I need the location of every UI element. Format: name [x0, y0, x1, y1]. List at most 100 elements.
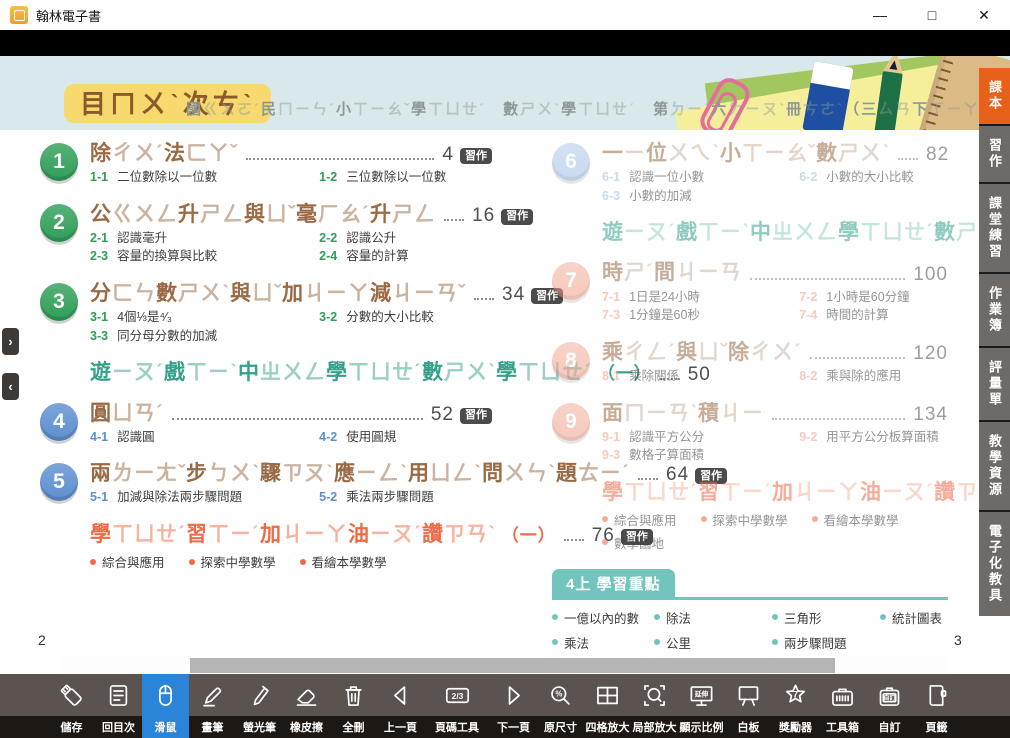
toolbar-button-橡皮擦[interactable]: 橡皮擦: [283, 674, 330, 738]
chapter-title-row[interactable]: 公ㄍㄨㄥ升ㄕㄥ與ㄩˇ毫ㄏㄠˊ升ㄕㄥ16習作: [90, 203, 492, 226]
minimize-button[interactable]: —: [854, 0, 906, 30]
toolbar-button-回目次[interactable]: 回目次: [95, 674, 142, 738]
section-link[interactable]: 8-2乘與除的應用: [799, 369, 948, 385]
section-link[interactable]: 2-4容量的計算: [319, 249, 492, 265]
section-link[interactable]: 2-2認識公升: [319, 231, 492, 247]
chapter-title-row[interactable]: 除ㄔㄨˊ法ㄈㄚˇ4習作: [90, 142, 492, 165]
zhuyin-annotation: ㄐㄧㄚ: [794, 481, 860, 504]
section-link[interactable]: 3-3同分母分數的加減: [90, 329, 319, 345]
chapter-title-row[interactable]: 分ㄈㄣ數ㄕㄨˋ與ㄩˇ加ㄐㄧㄚ減ㄐㄧㄢˇ34習作: [90, 282, 492, 305]
toolbar-button-白板[interactable]: 白板: [725, 674, 772, 738]
section-link[interactable]: 9-2用平方公分板算面積: [799, 430, 948, 446]
chapter-title-row[interactable]: 時ㄕˊ間ㄐㄧㄢ100: [602, 261, 948, 284]
section-link[interactable]: 3-2分數的大小比較: [319, 310, 492, 326]
toolbar-button-螢光筆[interactable]: 螢光筆: [236, 674, 283, 738]
sidebar-tab-習作[interactable]: 習作: [979, 126, 1010, 182]
horizontal-scrollbar-thumb[interactable]: [190, 658, 835, 673]
feature-title-row[interactable]: 遊ㄧㄡˊ戲ㄒㄧˋ中ㄓㄨㄥ學ㄒㄩㄝˊ數ㄕㄨˋ學ㄒㄩㄝˊ （二）98: [602, 221, 948, 244]
chapter-number-chip[interactable]: 2: [40, 204, 78, 242]
toolbar-button-頁碼工具[interactable]: 2/3頁碼工具: [424, 674, 490, 738]
sidebar-tab-課本[interactable]: 課本: [979, 68, 1010, 124]
chapter-title-row[interactable]: 乘ㄔㄥˊ與ㄩˇ除ㄔㄨˊ120: [602, 341, 948, 364]
toolbar-button-滑鼠[interactable]: 滑鼠: [142, 674, 189, 738]
chapter-number-chip[interactable]: 5: [40, 463, 78, 501]
zhuyin-annotation: ㄐㄧㄚ: [282, 523, 348, 546]
section-link[interactable]: 9-3數格子算面積: [602, 448, 799, 464]
section-link[interactable]: 4-1認識圓: [90, 430, 319, 446]
section-link[interactable]: 6-2小數的大小比較: [799, 170, 948, 186]
zhuyin-annotation: ㄐㄧㄢ: [676, 261, 742, 284]
zhuyin-annotation: ㄧ: [624, 142, 646, 165]
toolbar-button-原尺寸[interactable]: %原尺寸: [537, 674, 584, 738]
toolbar-button-label: 四格放大: [586, 716, 630, 738]
chapter-title-row[interactable]: 面ㄇㄧㄢˋ積ㄐㄧ134: [602, 402, 948, 425]
section-link[interactable]: 4-2使用圓規: [319, 430, 492, 446]
section-link[interactable]: 1-2三位數除以一位數: [319, 170, 492, 186]
highlights-item-text: 公里: [666, 633, 691, 652]
workbook-badge[interactable]: 習作: [501, 209, 533, 225]
chapter-number-chip[interactable]: 9: [552, 403, 590, 441]
title-character: 下: [912, 101, 929, 118]
chapter-page-number: 34: [502, 285, 525, 304]
toolbar-button-四格放大[interactable]: 四格放大: [584, 674, 631, 738]
chapter-title-row[interactable]: 一ㄧ位ㄨㄟˋ小ㄒㄧㄠˇ數ㄕㄨˋ82: [602, 142, 948, 165]
section-link[interactable]: 7-4時間的計算: [799, 308, 948, 324]
panel-collapse-arrow[interactable]: ‹: [2, 373, 19, 400]
toolbar-button-儲存[interactable]: 儲存: [48, 674, 95, 738]
workbook-badge[interactable]: 習作: [460, 148, 492, 164]
section-link[interactable]: 5-1加減與除法兩步驟問題: [90, 490, 319, 506]
chapter-number-chip[interactable]: 8: [552, 342, 590, 380]
section-link[interactable]: 2-3容量的換算與比較: [90, 249, 319, 265]
chapter-number-chip[interactable]: 6: [552, 143, 590, 181]
maximize-button[interactable]: □: [906, 0, 958, 30]
chapter-page-number: 82: [926, 145, 949, 164]
zhuyin-annotation: ㄇㄨˋ: [110, 89, 183, 119]
section-title: 容量的計算: [346, 249, 409, 265]
chapter-number-chip[interactable]: 7: [552, 262, 590, 300]
section-link[interactable]: 6-3小數的加減: [602, 189, 799, 205]
workbook-badge[interactable]: 習作: [460, 408, 492, 424]
toolbar-button-顯示比例[interactable]: 延伸顯示比例: [678, 674, 725, 738]
toolbar-button-上一頁[interactable]: 上一頁: [377, 674, 424, 738]
section-link[interactable]: 7-11日是24小時: [602, 290, 799, 306]
sidebar-tab-電子化教具[interactable]: 電子化教具: [979, 512, 1010, 616]
feature-title-row[interactable]: 學ㄒㄩㄝˊ習ㄒㄧˊ加ㄐㄧㄚ油ㄧㄡˊ讚ㄗㄢˋ （二）146: [602, 481, 948, 504]
sidebar-tab-教學資源[interactable]: 教學資源: [979, 422, 1010, 510]
section-link[interactable]: 3-14個⅓是⁴⁄₃: [90, 310, 319, 326]
chapter-number-chip[interactable]: 3: [40, 283, 78, 321]
feature-title-row[interactable]: 遊ㄧㄡˊ戲ㄒㄧˋ中ㄓㄨㄥ學ㄒㄩㄝˊ數ㄕㄨˋ學ㄒㄩㄝˊ （一）50: [90, 361, 492, 384]
section-link[interactable]: 5-2乘法兩步驟問題: [319, 490, 492, 506]
toolbar-button-畫筆[interactable]: 畫筆: [189, 674, 236, 738]
sidebar-tab-評量單[interactable]: 評量單: [979, 348, 1010, 420]
close-button[interactable]: ✕: [958, 0, 1010, 30]
section-title: 乘除關係: [629, 369, 679, 385]
sidebar-tab-作業簿[interactable]: 作業簿: [979, 274, 1010, 346]
right-page-number: 3: [954, 632, 962, 648]
toolbar-button-自訂[interactable]: 自訂自訂: [866, 674, 913, 738]
toolbar-button-工具箱[interactable]: 工具箱: [819, 674, 866, 738]
toolbar-button-獎勵器[interactable]: 7獎勵器: [772, 674, 819, 738]
feature-title-row[interactable]: 學ㄒㄩㄝˊ習ㄒㄧˊ加ㄐㄧㄚ油ㄧㄡˊ讚ㄗㄢˋ （一）76習作: [90, 523, 492, 546]
sidebar-tab-課堂練習[interactable]: 課堂練習: [979, 184, 1010, 272]
zhuyin-annotation: ㄒㄧㄠˇ: [353, 101, 411, 118]
toolbar-button-局部放大[interactable]: 局部放大: [631, 674, 678, 738]
section-link[interactable]: 1-1二位數除以一位數: [90, 170, 319, 186]
chapter-number-chip[interactable]: 1: [40, 143, 78, 181]
section-link[interactable]: 9-1認識平方公分: [602, 430, 799, 446]
chapter-title-row[interactable]: 兩ㄌㄧㄤˇ步ㄅㄨˋ驟ㄗㄡˋ應ㄧㄥˋ用ㄩㄥˋ問ㄨㄣˋ題ㄊㄧˊ64習作: [90, 462, 492, 485]
section-title: 容量的換算與比較: [117, 249, 217, 265]
chapter-number-chip[interactable]: 4: [40, 403, 78, 441]
section-link[interactable]: 7-31分鐘是60秒: [602, 308, 799, 324]
toolbar-button-下一頁[interactable]: 下一頁: [490, 674, 537, 738]
toolbar-button-頁籤[interactable]: 頁籤: [913, 674, 960, 738]
section-link[interactable]: 7-21小時是60分鐘: [799, 290, 948, 306]
panel-expand-arrow[interactable]: ›: [2, 328, 19, 355]
section-link[interactable]: 6-1認識一位小數: [602, 170, 799, 186]
chapter-title-row[interactable]: 圓ㄩㄢˊ52習作: [90, 402, 492, 425]
bullet-dot: [602, 539, 608, 545]
section-link[interactable]: 2-1認識毫升: [90, 231, 319, 247]
app-title: 翰林電子書: [36, 6, 101, 25]
section-link[interactable]: 8-1乘除關係: [602, 369, 799, 385]
toolbar-button-全刪[interactable]: 全刪: [330, 674, 377, 738]
book-subtitle: 國ㄍㄨㄛˊ民ㄇㄧㄣˊ小ㄒㄧㄠˇ學ㄒㄩㄝˊ 數ㄕㄨˋ學ㄒㄩㄝˊ 第ㄉㄧˋ六ㄌㄧㄡˋ…: [186, 102, 1004, 117]
